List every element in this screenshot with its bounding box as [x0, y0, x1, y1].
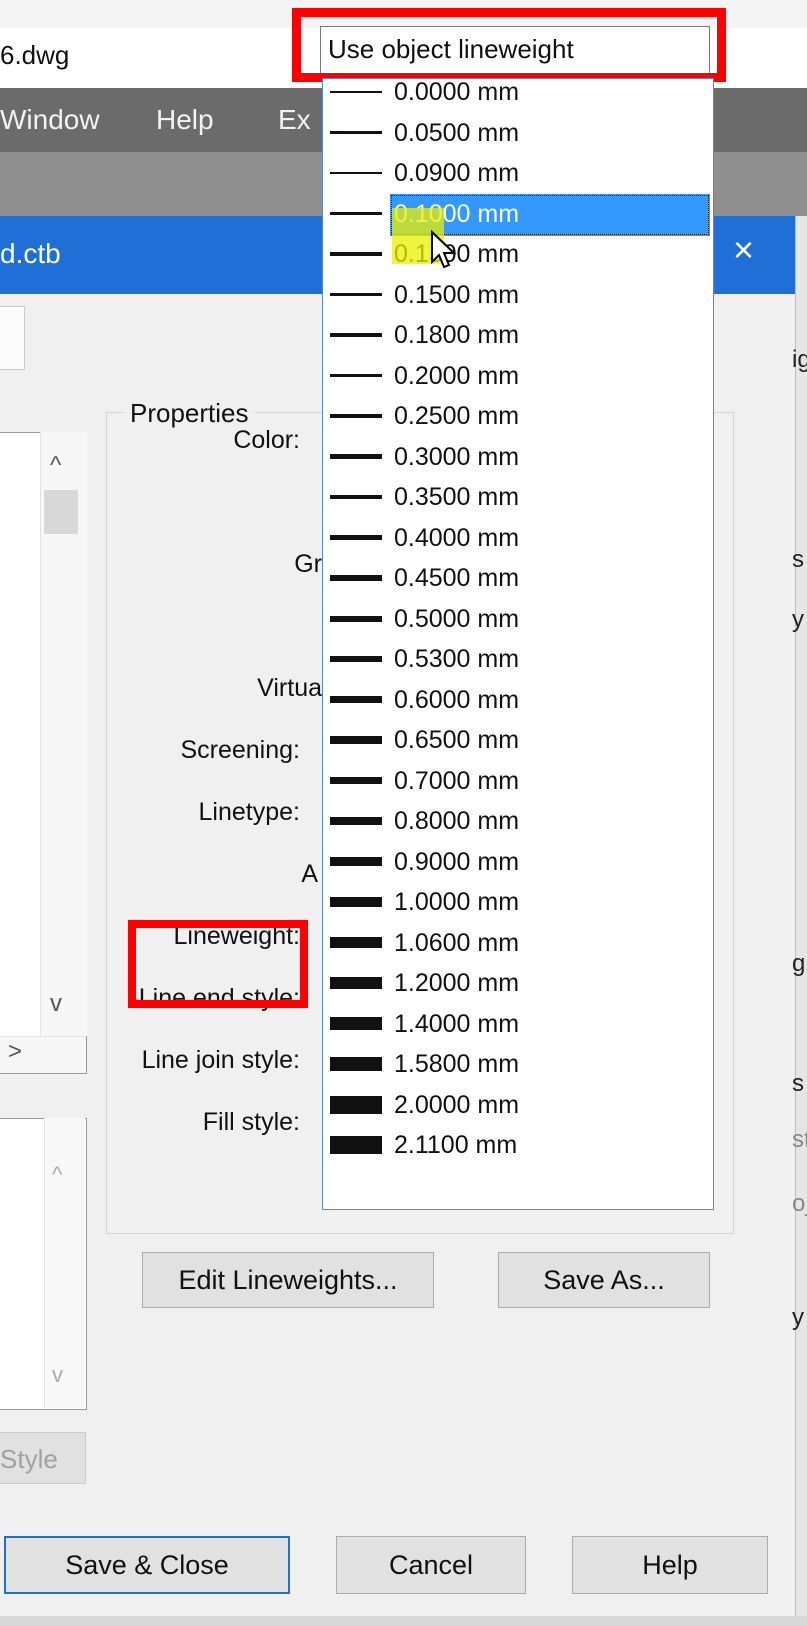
lineweight-option-label: 0.4500 mm [394, 564, 520, 592]
lineweight-option-label: 0.3500 mm [394, 483, 520, 511]
edge-fragment: y [792, 1304, 804, 1331]
scroll-up-icon[interactable]: ^ [50, 452, 61, 480]
lineweight-sample-line [330, 212, 382, 215]
lineweight-sample-line [330, 373, 382, 378]
help-button[interactable]: Help [572, 1536, 768, 1594]
lineweight-label-highlight [128, 920, 308, 1008]
lineweight-sample-line [330, 131, 382, 134]
background-window-edge [795, 216, 807, 1626]
line-join-style-label: Line join style: [141, 1046, 300, 1074]
lineweight-sample-line [330, 1095, 382, 1114]
lineweight-option-label: 0.1800 mm [394, 321, 520, 349]
lineweight-select-highlight [292, 8, 726, 82]
dialog-title: d.ctb [0, 238, 61, 269]
edge-fragment: oj [792, 1190, 807, 1217]
window-bottom-edge [0, 1616, 807, 1626]
lineweight-sample-line [330, 494, 382, 500]
lineweight-option-label: 0.3000 mm [394, 442, 520, 471]
lineweight-sample-line [330, 816, 382, 826]
lineweight-option-label: 1.2000 mm [394, 969, 520, 997]
edge-fragment: y [792, 606, 804, 633]
lineweight-sample-line [330, 333, 382, 337]
edge-fragment: s [792, 546, 804, 573]
lineweight-option-label: 0.9000 mm [394, 847, 520, 876]
menu-item-window[interactable]: Window [0, 104, 100, 136]
edge-fragment: st [792, 1126, 807, 1153]
lineweight-sample-line [330, 977, 382, 989]
scroll-up-icon[interactable]: ^ [52, 1162, 62, 1188]
list-scroll-thumb[interactable] [44, 490, 78, 534]
save-close-button[interactable]: Save & Close [4, 1536, 290, 1594]
cancel-button[interactable]: Cancel [336, 1536, 526, 1594]
lineweight-option-label: 1.5800 mm [394, 1050, 520, 1078]
add-style-button[interactable]: Style [0, 1432, 86, 1484]
close-icon[interactable]: × [733, 232, 754, 268]
mouse-cursor-icon [431, 230, 457, 269]
lineweight-sample-line [330, 575, 382, 581]
grayscale-label: Gr [294, 550, 322, 578]
lineweight-sample-line [330, 534, 382, 541]
edge-fragment: ig [792, 346, 807, 373]
lineweight-sample-line [330, 776, 382, 785]
linetype-label: Linetype: [198, 798, 300, 826]
lineweight-option-label: 0.0000 mm [394, 78, 520, 106]
lineweight-option-label: 0.0900 mm [394, 159, 520, 187]
edge-fragment: s [792, 1070, 804, 1097]
lineweight-option-label: 1.0000 mm [394, 888, 520, 916]
lineweight-sample-line [330, 1135, 382, 1155]
lineweight-option-label: 0.5000 mm [394, 604, 520, 633]
lineweight-option-label: 2.0000 mm [394, 1090, 520, 1119]
lineweight-option-label: 0.1500 mm [394, 280, 520, 309]
lineweight-option-label: 1.4000 mm [394, 1009, 520, 1038]
tab-form-view[interactable] [0, 306, 25, 370]
virtual-pen-label: Virtua [257, 674, 322, 702]
lineweight-option-label: 0.2500 mm [394, 402, 520, 430]
lineweight-option-label: 0.4000 mm [394, 523, 520, 552]
lineweight-sample-line [330, 1016, 382, 1031]
lineweight-option-label: 2.1100 mm [394, 1131, 518, 1159]
lineweight-option-label: 0.8000 mm [394, 807, 520, 835]
lineweight-option-label: 0.6000 mm [394, 685, 520, 714]
menu-item-help[interactable]: Help [156, 104, 214, 136]
lineweight-sample-line [330, 655, 382, 663]
lineweight-option-label: 0.5300 mm [394, 645, 520, 673]
lineweight-sample-line [330, 252, 382, 256]
lineweight-option-label: 1.0600 mm [394, 928, 520, 957]
lineweight-sample-line [330, 414, 382, 418]
lineweight-sample-line [330, 897, 382, 907]
lineweight-sample-line [330, 171, 382, 175]
fill-style-label: Fill style: [202, 1108, 300, 1136]
lineweight-sample-line [330, 292, 382, 297]
lineweight-sample-line [330, 615, 382, 622]
lineweight-sample-line [330, 696, 382, 703]
document-title: 6.dwg [0, 40, 70, 70]
lineweight-sample-line [330, 937, 382, 948]
color-label: Color: [233, 426, 300, 454]
lineweight-sample-line [330, 91, 382, 93]
lineweight-option-label: 0.0500 mm [394, 118, 520, 147]
adaptive-label: A [301, 860, 318, 888]
lineweight-option-label: 0.7000 mm [394, 766, 520, 795]
edge-fragment: g [792, 950, 806, 977]
lineweight-sample-line [330, 856, 382, 867]
edit-lineweights-button[interactable]: Edit Lineweights... [142, 1252, 434, 1308]
lineweight-option-label: 0.2000 mm [394, 361, 520, 390]
menu-item-express[interactable]: Ex [278, 104, 311, 136]
lineweight-sample-line [330, 736, 382, 744]
description-scrollbar[interactable] [44, 1118, 85, 1408]
lineweight-option-label: 0.6500 mm [394, 726, 520, 754]
lineweight-sample-line [330, 1056, 382, 1072]
screening-label: Screening: [180, 736, 300, 764]
scroll-down-icon[interactable]: v [52, 1362, 63, 1388]
save-as-button[interactable]: Save As... [498, 1252, 710, 1308]
lineweight-sample-line [330, 454, 382, 459]
properties-legend: Properties [124, 398, 255, 429]
